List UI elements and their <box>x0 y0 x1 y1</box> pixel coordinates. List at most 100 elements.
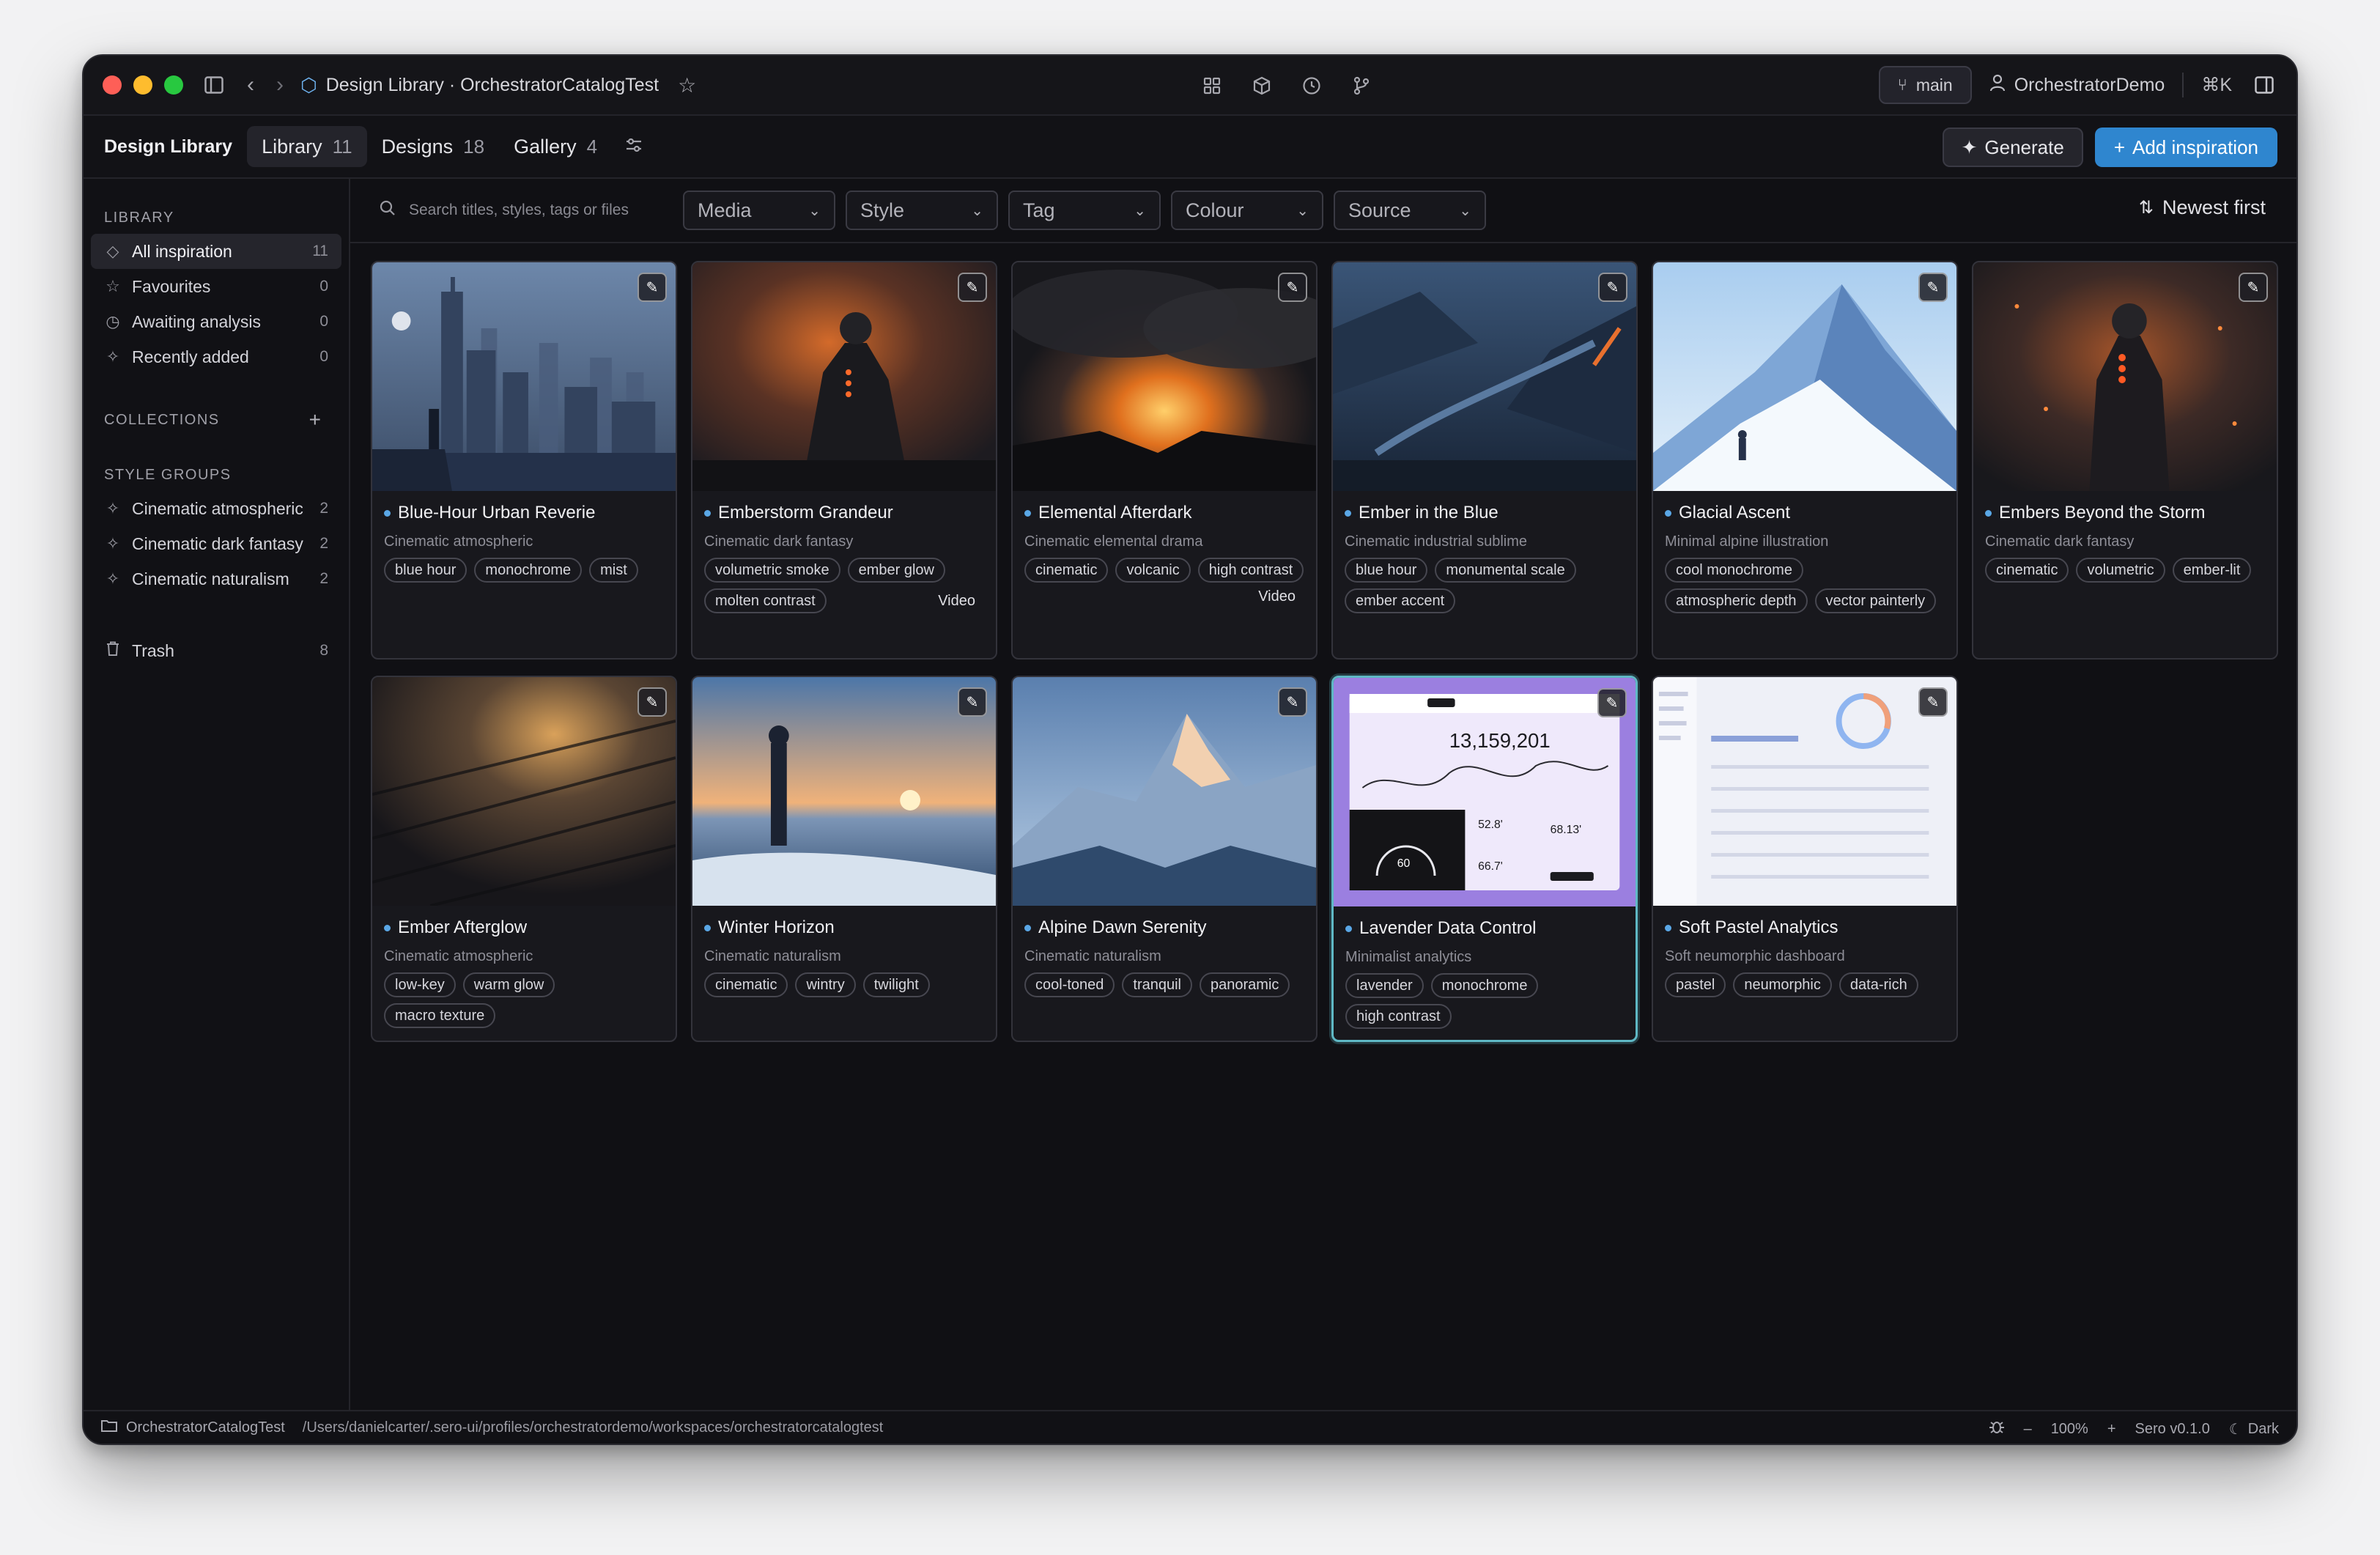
card-soft-pastel-analytics[interactable]: ✎ Soft Pastel Analytics Soft neumorphic … <box>1652 676 1958 1042</box>
edit-pencil-icon[interactable]: ✎ <box>958 273 987 302</box>
branch-button[interactable]: ⑂ main <box>1878 66 1972 104</box>
card-glacial-ascent[interactable]: ✎ Glacial Ascent Minimal alpine illustra… <box>1652 261 1958 660</box>
grid-icon[interactable] <box>1197 71 1227 100</box>
sort-button[interactable]: ⇅ Newest first <box>2139 196 2266 219</box>
edit-pencil-icon[interactable]: ✎ <box>1918 273 1948 302</box>
card-lavender-data-control[interactable]: 13,159,201 60 52.8' 68.13' 66.7' ✎ Laven… <box>1331 676 1638 1042</box>
tag-chip[interactable]: atmospheric depth <box>1665 588 1808 613</box>
tag-chip[interactable]: high contrast <box>1197 558 1304 583</box>
style-dropdown[interactable]: Style ⌄ <box>846 191 998 230</box>
card-ember-in-the-blue[interactable]: ✎ Ember in the Blue Cinematic industrial… <box>1331 261 1638 660</box>
tag-chip[interactable]: volumetric <box>2076 558 2165 583</box>
tag-chip[interactable]: blue hour <box>384 558 468 583</box>
tag-chip[interactable]: lavender <box>1345 973 1424 998</box>
card-blue-hour-urban-reverie[interactable]: ✎ Blue-Hour Urban Reverie Cinematic atmo… <box>371 261 677 660</box>
git-branch-icon[interactable] <box>1347 71 1376 100</box>
card-embers-beyond-the-storm[interactable]: ✎ Embers Beyond the Storm Cinematic dark… <box>1972 261 2278 660</box>
tag-chip[interactable]: high contrast <box>1345 1004 1452 1029</box>
tag-chip[interactable]: cool-toned <box>1024 972 1115 997</box>
edit-pencil-icon[interactable]: ✎ <box>1598 273 1627 302</box>
tag-chip[interactable]: warm glow <box>462 972 555 997</box>
source-dropdown[interactable]: Source ⌄ <box>1334 191 1486 230</box>
tag-chip[interactable]: vector painterly <box>1814 588 1937 613</box>
zoom-in-button[interactable]: + <box>2107 1421 2116 1438</box>
tag-chip[interactable]: monumental scale <box>1435 558 1576 583</box>
sidebar-item-all-inspiration[interactable]: ◇ All inspiration 11 <box>91 234 341 269</box>
sidebar-item-cinematic-dark-fantasy[interactable]: ✧ Cinematic dark fantasy 2 <box>91 526 341 561</box>
tag-chip[interactable]: twilight <box>862 972 930 997</box>
sidebar-item-awaiting-analysis[interactable]: ◷ Awaiting analysis 0 <box>91 304 341 339</box>
sidebar-toggle-icon[interactable] <box>199 70 229 100</box>
media-dropdown[interactable]: Media ⌄ <box>683 191 835 230</box>
edit-pencil-icon[interactable]: ✎ <box>1278 273 1307 302</box>
tag-chip[interactable]: pastel <box>1665 972 1726 997</box>
tag-chip[interactable]: cinematic <box>704 972 788 997</box>
sidebar-item-favourites[interactable]: ☆ Favourites 0 <box>91 269 341 304</box>
tag-chip[interactable]: cinematic <box>1024 558 1109 583</box>
star-favourite-icon[interactable]: ☆ <box>678 73 696 97</box>
tag-chip[interactable]: data-rich <box>1838 972 1918 997</box>
colour-dropdown[interactable]: Colour ⌄ <box>1171 191 1323 230</box>
tab-gallery[interactable]: Gallery 4 <box>499 126 612 167</box>
tab-library[interactable]: Library 11 <box>247 126 367 167</box>
tag-chip[interactable]: monochrome <box>1430 973 1539 998</box>
edit-pencil-icon[interactable]: ✎ <box>1918 687 1948 717</box>
command-palette-shortcut[interactable]: ⌘K <box>2201 74 2232 96</box>
card-winter-horizon[interactable]: ✎ Winter Horizon Cinematic naturalism ci… <box>691 676 997 1042</box>
tab-label: Gallery <box>514 135 577 158</box>
card-emberstorm-grandeur[interactable]: ✎ Emberstorm Grandeur Cinematic dark fan… <box>691 261 997 660</box>
zoom-window-button[interactable] <box>164 75 183 95</box>
tag-chip[interactable]: panoramic <box>1200 972 1290 997</box>
tag-chip[interactable]: macro texture <box>384 1003 496 1028</box>
tag-chip[interactable]: volcanic <box>1115 558 1191 583</box>
minimize-window-button[interactable] <box>133 75 152 95</box>
tag-chip[interactable]: monochrome <box>474 558 583 583</box>
add-collection-button[interactable]: + <box>309 408 328 432</box>
close-window-button[interactable] <box>103 75 122 95</box>
tag-chip[interactable]: ember accent <box>1345 588 1456 613</box>
tag-chip[interactable]: blue hour <box>1345 558 1428 583</box>
tag-chip[interactable]: volumetric smoke <box>704 558 840 583</box>
tag-chip[interactable]: low-key <box>384 972 456 997</box>
tag-chip[interactable]: ember-lit <box>2172 558 2252 583</box>
tag-chip[interactable]: cool monochrome <box>1665 558 1803 583</box>
sidebar-item-cinematic-naturalism[interactable]: ✧ Cinematic naturalism 2 <box>91 561 341 596</box>
card-ember-afterglow[interactable]: ✎ Ember Afterglow Cinematic atmospheric … <box>371 676 677 1042</box>
edit-pencil-icon[interactable]: ✎ <box>638 273 667 302</box>
edit-pencil-icon[interactable]: ✎ <box>1597 688 1627 717</box>
edit-pencil-icon[interactable]: ✎ <box>1278 687 1307 717</box>
sidebar-item-recently-added[interactable]: ✧ Recently added 0 <box>91 339 341 374</box>
card-alpine-dawn-serenity[interactable]: ✎ Alpine Dawn Serenity Cinematic natural… <box>1011 676 1318 1042</box>
search-input[interactable]: Search titles, styles, tags or files <box>380 200 683 221</box>
tab-designs[interactable]: Designs 18 <box>367 126 499 167</box>
workspace-indicator[interactable]: OrchestratorCatalogTest <box>101 1419 285 1436</box>
sidebar-item-trash[interactable]: Trash 8 <box>91 633 341 668</box>
edit-pencil-icon[interactable]: ✎ <box>638 687 667 717</box>
sliders-icon[interactable] <box>625 136 643 158</box>
tag-chip[interactable]: ember glow <box>847 558 945 583</box>
tag-chip[interactable]: wintry <box>795 972 856 997</box>
edit-pencil-icon[interactable]: ✎ <box>2239 273 2268 302</box>
zoom-out-button[interactable]: – <box>2024 1421 2032 1438</box>
tag-chip[interactable]: neumorphic <box>1733 972 1832 997</box>
back-chevron-icon[interactable]: ‹ <box>236 70 265 100</box>
tag-chip[interactable]: cinematic <box>1985 558 2069 583</box>
tag-chip[interactable]: molten contrast <box>704 588 827 613</box>
add-inspiration-button[interactable]: + Add inspiration <box>2094 128 2277 167</box>
history-clock-icon[interactable] <box>1297 71 1326 100</box>
tag-chip[interactable]: tranquil <box>1122 972 1193 997</box>
tag-chip[interactable]: mist <box>589 558 638 583</box>
card-elemental-afterdark[interactable]: ✎ Elemental Afterdark Cinematic elementa… <box>1011 261 1318 660</box>
dropdown-label: Tag <box>1023 199 1055 221</box>
generate-button[interactable]: ✦ Generate <box>1942 128 2083 167</box>
right-panel-toggle-icon[interactable] <box>2250 70 2279 100</box>
forward-chevron-icon[interactable]: › <box>265 70 295 100</box>
package-icon[interactable] <box>1247 71 1276 100</box>
theme-toggle[interactable]: ☾ Dark <box>2229 1420 2279 1438</box>
edit-pencil-icon[interactable]: ✎ <box>958 687 987 717</box>
bug-icon[interactable] <box>1989 1419 2005 1439</box>
user-menu[interactable]: OrchestratorDemo <box>1989 74 2165 97</box>
sidebar-item-cinematic-atmospheric[interactable]: ✧ Cinematic atmospheric 2 <box>91 491 341 526</box>
card-style: Cinematic naturalism <box>1024 948 1161 964</box>
tag-dropdown[interactable]: Tag ⌄ <box>1008 191 1161 230</box>
